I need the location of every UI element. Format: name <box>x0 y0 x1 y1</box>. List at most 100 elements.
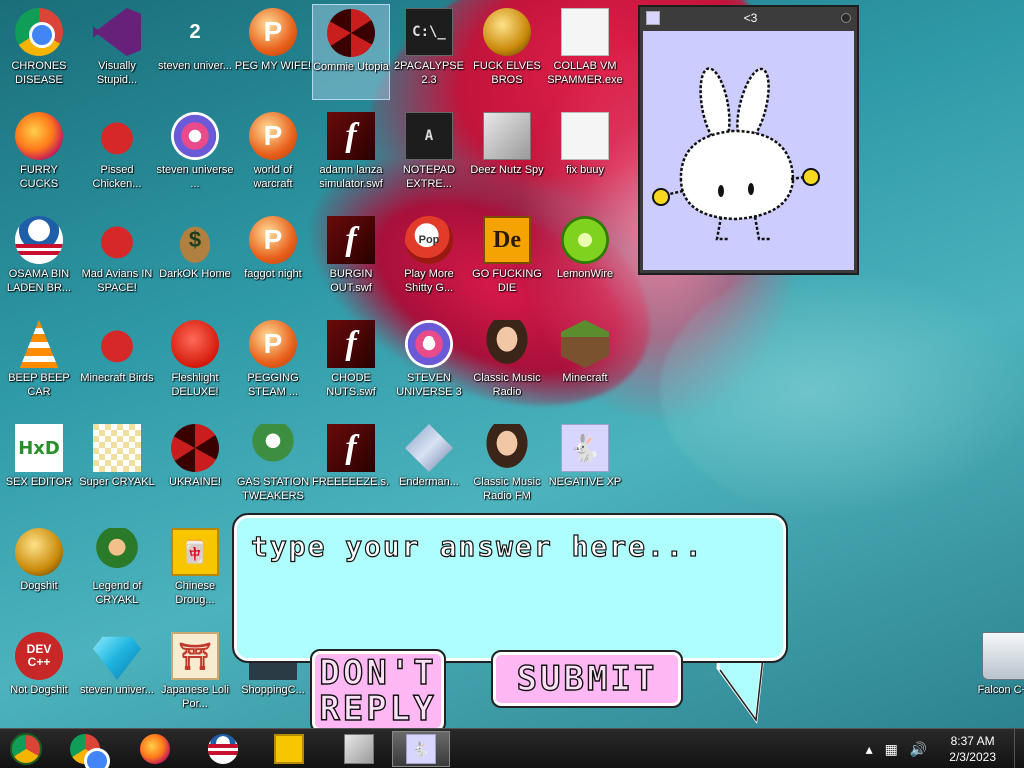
answer-input[interactable]: type your answer here... <box>232 513 788 663</box>
desktop-icon[interactable]: fix buuy <box>546 108 624 204</box>
flash-icon: f <box>327 424 375 472</box>
desktop-icon[interactable]: C:\_ 2PACALYPSE 2.3 <box>390 4 468 100</box>
desktop-icon[interactable]: Visually Stupid... <box>78 4 156 100</box>
desktop-icon[interactable]: LemonWire <box>546 212 624 308</box>
desktop-icon[interactable]: Commie Utopia <box>312 4 390 100</box>
desktop-icon[interactable]: Pfaggot night <box>234 212 312 308</box>
minecraft-block-icon <box>561 320 609 368</box>
desktop-icon[interactable]: De GO FUCKING DIE <box>468 212 546 308</box>
desktop-icon[interactable]: f BURGIN OUT.swf <box>312 212 390 308</box>
desktop-icon[interactable]: Super CRYAKL <box>78 420 156 516</box>
taskbar: 🐇 ▴ ▦ 🔊 8:37 AM 2/3/2023 <box>0 728 1024 768</box>
desktop-icon[interactable]: HxD SEX EDITOR <box>0 420 78 516</box>
cryakl-icon <box>93 424 141 472</box>
desktop-icon-label: UKRAINE! <box>169 476 221 488</box>
desktop-icon[interactable]: 🐇 NEGATIVE XP <box>546 420 624 516</box>
show-desktop-button[interactable] <box>1014 729 1024 768</box>
desktop-icon-label: Dogshit <box>20 580 58 592</box>
desktop-icon-label: Fleshlight DELUXE! <box>171 372 219 398</box>
bunny-window[interactable]: <3 <box>638 5 859 275</box>
vlc-icon <box>19 320 59 368</box>
network-icon[interactable]: ▦ <box>885 741 898 758</box>
clock[interactable]: 8:37 AM 2/3/2023 <box>949 733 996 765</box>
flash-icon: f <box>327 216 375 264</box>
desktop-icon[interactable]: f CHODE NUTS.swf <box>312 316 390 412</box>
taskbar-button[interactable] <box>56 731 114 768</box>
desktop-icon[interactable]: P PEG MY WIFE! <box>234 4 312 100</box>
desktop-icon[interactable]: Pissed Chicken... <box>78 108 156 204</box>
desktop-icon[interactable]: f adamn lanza simulator.swf <box>312 108 390 204</box>
desktop-icon[interactable]: Dogshit <box>0 524 78 620</box>
close-icon[interactable] <box>841 13 851 23</box>
taskbar-button[interactable] <box>126 731 184 767</box>
obama-logo-icon <box>208 734 238 764</box>
desktop-icon[interactable]: 3 STEVEN UNIVERSE 3 <box>390 316 468 412</box>
desktop-icon[interactable]: GAS STATION TWEAKERS <box>234 420 312 516</box>
angry-birds-icon <box>93 320 141 368</box>
money-bag-icon: $ <box>171 216 219 264</box>
desktop-icon-label: Mad Avians IN SPACE! <box>81 268 153 294</box>
desktop-icon-label: NEGATIVE XP <box>548 476 622 488</box>
desktop-icon[interactable]: A NOTEPAD EXTRE... <box>390 108 468 204</box>
clock-time: 8:37 AM <box>950 734 995 748</box>
dont-reply-button[interactable]: DON'T REPLY <box>310 649 446 733</box>
desktop-icon[interactable]: Classic Music Radio FM <box>468 420 546 516</box>
desktop-icon[interactable]: Deez Nutz Spy <box>468 108 546 204</box>
desktop-icon[interactable]: OSAMA BIN LADEN BR... <box>0 212 78 308</box>
desktop-icon[interactable]: Minecraft Birds <box>78 316 156 412</box>
peggle-icon: P <box>249 320 297 368</box>
desktop-icon[interactable]: Mad Avians IN SPACE! <box>78 212 156 308</box>
desktop-icon[interactable]: Falcon C++ <box>967 628 1024 724</box>
desktop-icon[interactable]: Pworld of warcraft <box>234 108 312 204</box>
window-titlebar[interactable]: <3 <box>640 7 857 29</box>
desktop-icon-label: steven universe ... <box>156 164 234 190</box>
taskbar-button[interactable] <box>260 731 318 767</box>
taskbar-button[interactable] <box>330 731 388 767</box>
desktop-icon-label: OSAMA BIN LADEN BR... <box>6 268 72 294</box>
radiation-icon <box>171 424 219 472</box>
taskbar-button[interactable]: 🐇 <box>392 731 450 767</box>
desktop-icon[interactable]: Classic Music Radio <box>468 316 546 412</box>
desktop-icon[interactable]: Minecraft <box>546 316 624 412</box>
angry-birds-space-icon <box>93 216 141 264</box>
desktop-icon[interactable]: DEV C++ Not Dogshit <box>0 628 78 724</box>
desktop-icon[interactable]: COLLAB VM SPAMMER.exe <box>546 4 624 100</box>
desktop-icon[interactable]: BEEP BEEP CAR <box>0 316 78 412</box>
desktop-icon[interactable]: UKRAINE! <box>156 420 234 516</box>
desktop-icon-label: Classic Music Radio <box>473 372 541 398</box>
desktop-icon[interactable]: FURRY CUCKS <box>0 108 78 204</box>
desktop-icon-label: 2PACALYPSE 2.3 <box>394 60 464 86</box>
portrait-icon <box>483 320 531 368</box>
monitor-app-icon <box>561 8 609 56</box>
desktop-icon[interactable]: steven univer... <box>78 628 156 724</box>
bejeweled-3-icon: 3 <box>405 320 453 368</box>
desktop-icon[interactable]: CHRONES DISEASE <box>0 4 78 100</box>
desktop-icon[interactable]: 2 steven univer... <box>156 4 234 100</box>
taskbar-button[interactable] <box>194 731 252 767</box>
start-button[interactable] <box>4 731 48 767</box>
desktop-icon[interactable]: 🀄 Chinese Droug... <box>156 524 234 620</box>
desktop-icon[interactable]: steven universe ... <box>156 108 234 204</box>
desktop-icon[interactable]: Enderman... <box>390 420 468 516</box>
firefox-icon <box>15 112 63 160</box>
bunny-icon <box>646 11 660 25</box>
red-furball-icon <box>171 320 219 368</box>
desktop-icon-label: FREEEEEZE.s... <box>312 476 390 488</box>
submit-button[interactable]: SUBMIT <box>491 650 683 708</box>
desktop-icon-label: STEVEN UNIVERSE 3 <box>396 372 462 398</box>
system-tray: ▴ ▦ 🔊 8:37 AM 2/3/2023 <box>860 729 1024 768</box>
desktop-icon-label: Deez Nutz Spy <box>470 164 544 176</box>
desktop-icon-label: PEGGING STEAM ... <box>247 372 299 398</box>
volume-icon[interactable]: 🔊 <box>910 741 927 758</box>
desktop-icon[interactable]: $ DarkOK Home <box>156 212 234 308</box>
chevron-up-icon[interactable]: ▴ <box>866 741 873 758</box>
desktop-icon-label: Visually Stupid... <box>96 60 138 86</box>
desktop-icon[interactable]: Legend of CRYAKL <box>78 524 156 620</box>
desktop-icon[interactable]: FUCK ELVES BROS <box>468 4 546 100</box>
diamond-file-icon <box>405 424 453 472</box>
desktop-icon[interactable]: P PEGGING STEAM ... <box>234 316 312 412</box>
desktop-icon[interactable]: Pop Play More Shitty G... <box>390 212 468 308</box>
desktop-icon[interactable]: f FREEEEEZE.s... <box>312 420 390 516</box>
desktop-icon[interactable]: ⛩ Japanese Loli Por... <box>156 628 234 724</box>
desktop-icon[interactable]: Fleshlight DELUXE! <box>156 316 234 412</box>
